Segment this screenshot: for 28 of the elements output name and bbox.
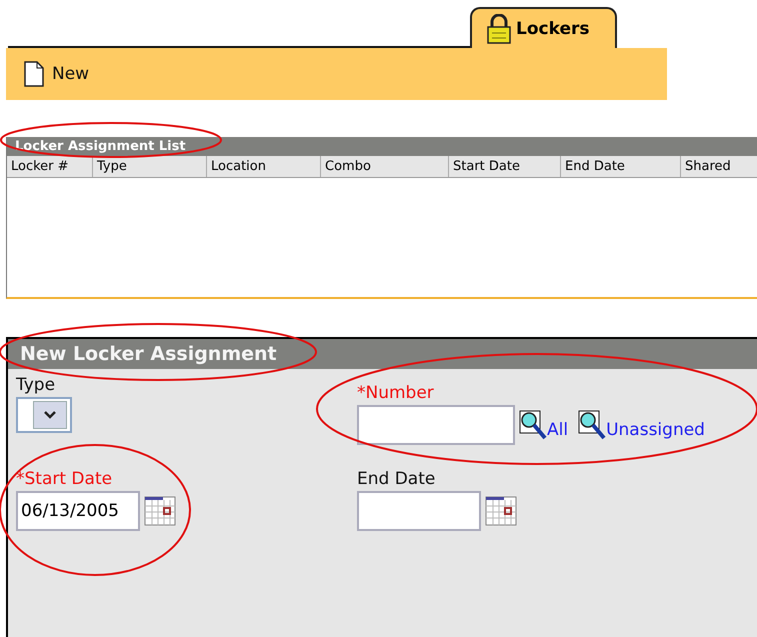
- chevron-down-icon: [44, 411, 56, 419]
- panel-title: New Locker Assignment: [8, 339, 757, 369]
- type-dropdown[interactable]: [16, 397, 72, 433]
- search-icon: [578, 410, 606, 440]
- new-button[interactable]: New: [24, 61, 90, 87]
- document-icon: [24, 61, 44, 87]
- calendar-icon[interactable]: [144, 496, 176, 526]
- field-label: Type: [16, 375, 56, 395]
- lookup-link[interactable]: All: [519, 410, 568, 440]
- end-date-field[interactable]: [357, 491, 481, 531]
- column-header[interactable]: Shared: [681, 156, 757, 177]
- field-label: *Start Date: [16, 469, 112, 489]
- start-date-field[interactable]: 06/13/2005: [16, 491, 140, 531]
- search-icon: [519, 410, 547, 440]
- column-header[interactable]: Location: [207, 156, 321, 177]
- field-label: End Date: [357, 469, 436, 489]
- field-label: *Number: [357, 383, 434, 403]
- column-header[interactable]: End Date: [561, 156, 681, 177]
- column-header[interactable]: Locker #: [7, 156, 93, 177]
- lookup-link[interactable]: Unassigned: [578, 410, 705, 440]
- column-header[interactable]: Start Date: [449, 156, 561, 177]
- column-header[interactable]: Combo: [321, 156, 449, 177]
- column-header[interactable]: Type: [93, 156, 207, 177]
- padlock-icon: [486, 14, 512, 44]
- lockers-tab[interactable]: Lockers: [470, 7, 617, 48]
- panel-title: Locker Assignment List: [7, 137, 757, 156]
- calendar-icon[interactable]: [485, 496, 517, 526]
- number-field[interactable]: [357, 405, 515, 445]
